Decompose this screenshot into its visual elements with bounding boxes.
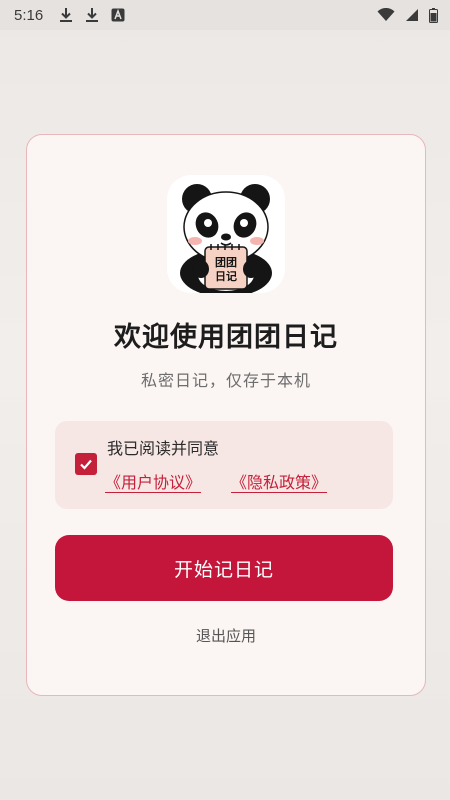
status-right-icons bbox=[377, 7, 438, 23]
wifi-icon bbox=[377, 8, 395, 22]
exit-app-link[interactable]: 退出应用 bbox=[27, 625, 425, 646]
panda-diary-logo-icon: 团团 日记 bbox=[180, 184, 272, 293]
download-icon bbox=[59, 7, 73, 23]
page-subtitle: 私密日记，仅存于本机 bbox=[140, 371, 311, 390]
privacy-policy-link[interactable]: 《隐私政策》 bbox=[231, 469, 327, 493]
user-agreement-link[interactable]: 《用户协议》 bbox=[105, 469, 201, 493]
status-time: 5:16 bbox=[14, 6, 44, 24]
welcome-card: 团团 日记 欢迎使用团团日记 私密日记，仅存于本机 我已阅读并同意 《用户协议》… bbox=[26, 134, 426, 696]
battery-icon bbox=[429, 7, 438, 23]
status-bar: 5:16 bbox=[0, 0, 450, 30]
checkmark-icon bbox=[80, 459, 92, 470]
agreement-box: 我已阅读并同意 《用户协议》 《隐私政策》 bbox=[55, 421, 393, 509]
app-logo: 团团 日记 bbox=[167, 175, 285, 293]
agree-checkbox[interactable] bbox=[75, 453, 97, 475]
status-left-icons bbox=[59, 7, 125, 23]
font-a-icon bbox=[111, 8, 125, 22]
agree-text: 我已阅读并同意 bbox=[107, 439, 220, 458]
download-icon bbox=[85, 7, 99, 23]
logo-notebook-line2: 日记 bbox=[215, 270, 237, 283]
page-title: 欢迎使用团团日记 bbox=[114, 322, 338, 353]
signal-icon bbox=[405, 8, 419, 22]
start-diary-button[interactable]: 开始记日记 bbox=[55, 535, 393, 601]
logo-notebook-line1: 团团 bbox=[215, 256, 237, 269]
